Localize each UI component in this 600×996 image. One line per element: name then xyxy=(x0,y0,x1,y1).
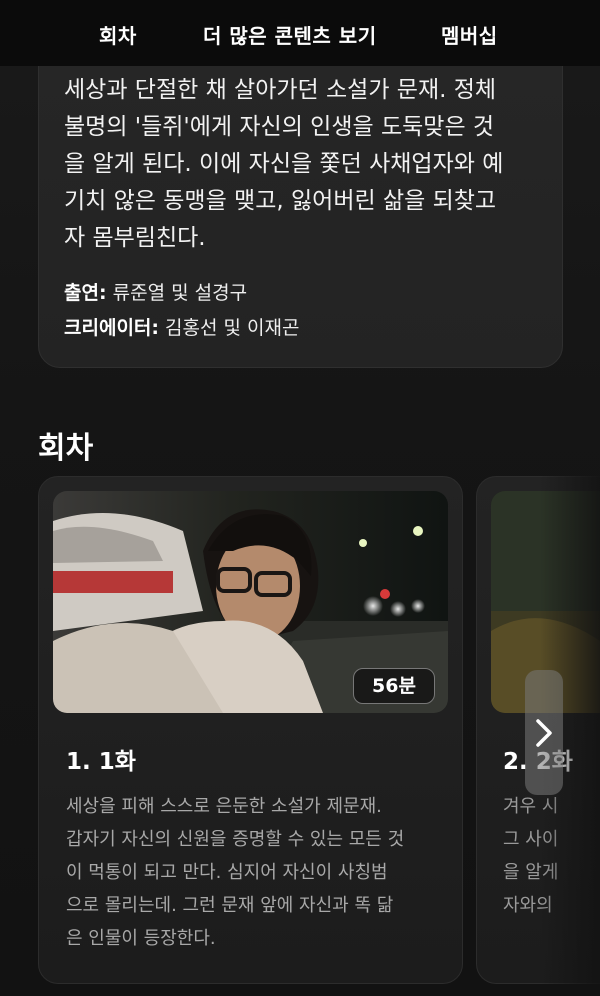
episode-description-line: 으로 몰리는데. 그런 문재 앞에 자신과 똑 닮 xyxy=(66,895,394,916)
synopsis-line: 세상과 단절한 채 살아가던 소설가 문재. 정체 xyxy=(64,77,497,103)
carousel-next-button[interactable] xyxy=(525,670,563,795)
cast-info: 출연: 류준열 및 설경구 xyxy=(64,278,247,305)
episode-description-line: 이 먹통이 되고 만다. 심지어 자신이 사칭범 xyxy=(66,862,388,883)
nav-more-content[interactable]: 더 많은 콘텐츠 보기 xyxy=(203,20,377,49)
episode-title[interactable]: 1. 1화 xyxy=(66,742,136,776)
episodes-section-title: 회차 xyxy=(38,431,94,466)
episode-description-line: 은 인물이 등장한다. xyxy=(66,928,216,949)
nav-membership[interactable]: 멤버십 xyxy=(441,20,498,49)
synopsis-line: 자 몸부림친다. xyxy=(64,225,206,251)
episode-description-line: 갑자기 자신의 신원을 증명할 수 있는 모든 것 xyxy=(66,829,405,850)
cast-value[interactable]: 류준열 및 설경구 xyxy=(113,282,247,304)
nav-episodes[interactable]: 회차 xyxy=(99,20,137,49)
top-navigation: 회차 더 많은 콘텐츠 보기 멤버십 xyxy=(0,0,600,66)
episode-description-line: 세상을 피해 스스로 은둔한 소설가 제문재. xyxy=(66,796,382,817)
chevron-right-icon xyxy=(536,718,552,747)
synopsis-text: 세상과 단절한 채 살아가던 소설가 문재. 정체 불명의 '들쥐'에게 자신의… xyxy=(64,72,539,257)
episode-duration-badge: 56분 xyxy=(353,668,435,704)
creator-info: 크리에이터: 김홍선 및 이재곤 xyxy=(64,313,300,340)
episode-description: 세상을 피해 스스로 은둔한 소설가 제문재. 갑자기 자신의 신원을 증명할 … xyxy=(66,790,444,955)
synopsis-line: 불명의 '들쥐'에게 자신의 인생을 도둑맞은 것 xyxy=(64,114,495,140)
synopsis-line: 기치 않은 동맹을 맺고, 잃어버린 삶을 되찾고 xyxy=(64,188,497,214)
creator-label: 크리에이터: xyxy=(64,317,159,339)
synopsis-line: 을 알게 된다. 이에 자신을 쫓던 사채업자와 예 xyxy=(64,151,504,177)
cast-label: 출연: xyxy=(64,282,107,304)
creator-value[interactable]: 김홍선 및 이재곤 xyxy=(165,317,299,339)
